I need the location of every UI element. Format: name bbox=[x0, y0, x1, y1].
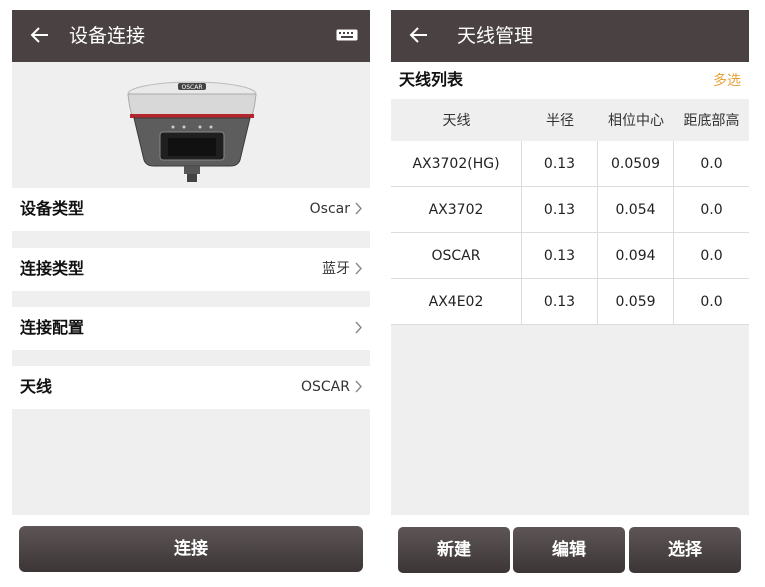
radius-cell: 0.13 bbox=[522, 141, 598, 186]
height-cell: 0.0 bbox=[700, 155, 723, 172]
gnss-receiver-image: OSCAR bbox=[127, 81, 257, 182]
antenna-name-cell: AX4E02 bbox=[391, 279, 522, 324]
column-header: 半径 bbox=[546, 113, 574, 129]
page-title: 天线管理 bbox=[457, 25, 534, 47]
table-header-row: 天线 半径 相位中心 距底部高 bbox=[391, 99, 749, 141]
height-cell: 0.0 bbox=[700, 293, 723, 310]
chevron-right-icon bbox=[355, 262, 362, 275]
bottom-action-bar: 新建 编辑 选择 bbox=[391, 515, 749, 577]
app-bar: 设备连接 bbox=[12, 10, 370, 62]
device-image-area: OSCAR bbox=[12, 62, 370, 188]
connection-type-row[interactable]: 连接类型 蓝牙 bbox=[12, 248, 370, 291]
chevron-right-icon bbox=[355, 202, 362, 215]
radius-cell: 0.13 bbox=[522, 187, 598, 232]
keyboard-icon[interactable] bbox=[336, 29, 358, 41]
phase-center-cell: 0.0509 bbox=[598, 141, 674, 186]
antenna-name-cell: AX3702 bbox=[391, 187, 522, 232]
height-cell: 0.0 bbox=[700, 201, 723, 218]
antenna-value: OSCAR bbox=[301, 379, 350, 395]
chevron-right-icon bbox=[355, 380, 362, 393]
connection-type-value: 蓝牙 bbox=[322, 261, 350, 277]
column-header: 相位中心 bbox=[608, 113, 664, 129]
antenna-name-cell: AX3702(HG) bbox=[391, 141, 522, 186]
multi-select-button[interactable]: 多选 bbox=[713, 71, 741, 91]
table-row[interactable]: OSCAR 0.13 0.094 0.0 bbox=[391, 233, 749, 279]
radius-cell: 0.13 bbox=[522, 233, 598, 278]
column-header: 天线 bbox=[442, 113, 471, 129]
phase-center-cell: 0.059 bbox=[598, 279, 674, 324]
connect-button[interactable]: 连接 bbox=[19, 526, 363, 572]
edit-antenna-button[interactable]: 编辑 bbox=[513, 527, 625, 573]
device-connection-screen: 设备连接 OSCAR 设备类型 Oscar 连接类型 蓝牙 连接配置 天线 OS… bbox=[12, 10, 370, 577]
connection-type-label: 连接类型 bbox=[20, 259, 85, 278]
chevron-right-icon bbox=[355, 321, 362, 334]
table-row[interactable]: AX4E02 0.13 0.059 0.0 bbox=[391, 279, 749, 325]
table-row[interactable]: AX3702 0.13 0.054 0.0 bbox=[391, 187, 749, 233]
brand-logo-text: OSCAR bbox=[182, 84, 203, 91]
antenna-name-cell: OSCAR bbox=[391, 233, 522, 278]
select-antenna-button[interactable]: 选择 bbox=[629, 527, 741, 573]
antenna-table: 天线 半径 相位中心 距底部高 AX3702(HG) 0.13 0.0509 0… bbox=[391, 99, 749, 325]
table-row[interactable]: AX3702(HG) 0.13 0.0509 0.0 bbox=[391, 141, 749, 187]
phase-center-cell: 0.094 bbox=[598, 233, 674, 278]
connection-config-label: 连接配置 bbox=[20, 318, 85, 337]
connection-config-row[interactable]: 连接配置 bbox=[12, 307, 370, 350]
antenna-list-header: 天线列表 多选 bbox=[391, 62, 749, 99]
height-cell: 0.0 bbox=[700, 247, 723, 264]
column-header: 距底部高 bbox=[683, 113, 740, 129]
device-type-value: Oscar bbox=[309, 201, 350, 217]
arrow-left-icon[interactable] bbox=[28, 22, 52, 48]
antenna-list-title: 天线列表 bbox=[399, 70, 464, 89]
antenna-management-screen: 天线管理 天线列表 多选 天线 半径 相位中心 距底部高 AX3702(HG) … bbox=[391, 10, 749, 577]
antenna-row[interactable]: 天线 OSCAR bbox=[12, 366, 370, 409]
new-antenna-button[interactable]: 新建 bbox=[398, 527, 510, 573]
page-title: 设备连接 bbox=[69, 25, 146, 47]
device-type-label: 设备类型 bbox=[20, 199, 85, 218]
bottom-bar: 连接 bbox=[12, 515, 370, 577]
app-bar: 天线管理 bbox=[391, 10, 749, 62]
antenna-label: 天线 bbox=[20, 377, 53, 396]
radius-cell: 0.13 bbox=[522, 279, 598, 324]
phase-center-cell: 0.054 bbox=[598, 187, 674, 232]
arrow-left-icon[interactable] bbox=[407, 22, 431, 48]
device-type-row[interactable]: 设备类型 Oscar bbox=[12, 188, 370, 231]
